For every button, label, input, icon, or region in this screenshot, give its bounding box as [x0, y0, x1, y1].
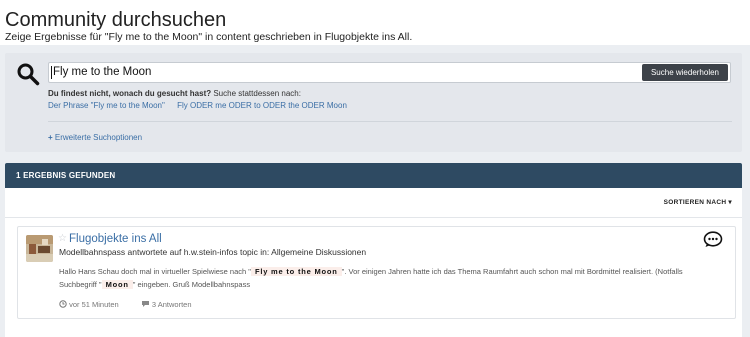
avatar[interactable] [26, 235, 53, 262]
comment-type-icon [703, 231, 723, 247]
search-again-button[interactable]: Suche wiederholen [641, 64, 728, 81]
results-panel: SORTIEREN NACH ▾ ☆ Flugobjekte ins All M… [5, 188, 742, 337]
results-count-bar: 1 ERGEBNIS GEFUNDEN [5, 163, 742, 188]
suggestion-hint-bold: Du findest nicht, wonach du gesucht hast… [48, 89, 212, 98]
result-replies-text: 3 Antworten [151, 300, 192, 309]
divider [5, 217, 742, 218]
snippet-text: Hallo Hans Schau doch mal in virtueller … [59, 267, 251, 276]
result-snippet: Hallo Hans Schau doch mal in virtueller … [59, 266, 714, 291]
clock-icon [59, 300, 67, 308]
search-input-value: Fly me to the Moon [50, 66, 152, 79]
snippet-highlight: Moon [101, 279, 133, 289]
result-replies: 3 Antworten [141, 300, 202, 309]
search-icon [17, 63, 40, 86]
result-item: ☆ Flugobjekte ins All Modellbahnspass an… [17, 226, 736, 319]
result-footer: vor 51 Minuten 3 Antworten [59, 300, 212, 309]
suggestion-links: Der Phrase "Fly me to the Moon" Fly ODER… [48, 101, 357, 110]
suggestion-hint: Du findest nicht, wonach du gesucht hast… [48, 89, 301, 98]
page-title: Community durchsuchen [5, 9, 227, 31]
advanced-options-link[interactable]: + Erweiterte Suchoptionen [48, 133, 142, 142]
result-title-link[interactable]: Flugobjekte ins All [69, 233, 162, 245]
advanced-options-label: Erweiterte Suchoptionen [54, 133, 143, 142]
snippet-text: " eingeben. Gruß Modellbahnspass [132, 279, 251, 289]
suggestion-phrase-link[interactable]: Der Phrase "Fly me to the Moon" [48, 101, 165, 110]
avatar-image [26, 235, 53, 262]
search-input[interactable]: Fly me to the Moon Suche wiederholen [48, 62, 731, 83]
page-header: Community durchsuchen Zeige Ergebnisse f… [0, 0, 750, 45]
comments-icon [141, 301, 149, 307]
snippet-highlight: Fly me to the Moon [250, 267, 342, 276]
results-count: 1 ERGEBNIS GEFUNDEN [16, 171, 116, 180]
result-time-text: vor 51 Minuten [69, 300, 119, 309]
plus-icon: + [48, 133, 53, 142]
suggestion-hint-rest: Suche stattdessen nach: [211, 89, 301, 98]
sort-dropdown[interactable]: SORTIEREN NACH ▾ [664, 198, 732, 206]
star-icon[interactable]: ☆ [58, 233, 67, 244]
page-subtitle: Zeige Ergebnisse für "Fly me to the Moon… [5, 31, 413, 43]
result-time[interactable]: vor 51 Minuten [59, 300, 131, 309]
caret-down-icon: ▾ [728, 199, 732, 206]
divider [48, 121, 732, 122]
sort-label: SORTIEREN NACH [663, 199, 727, 206]
result-meta: Modellbahnspass antwortete auf h.w.stein… [59, 247, 367, 257]
suggestion-or-link[interactable]: Fly ODER me ODER to ODER the ODER Moon [177, 101, 347, 110]
